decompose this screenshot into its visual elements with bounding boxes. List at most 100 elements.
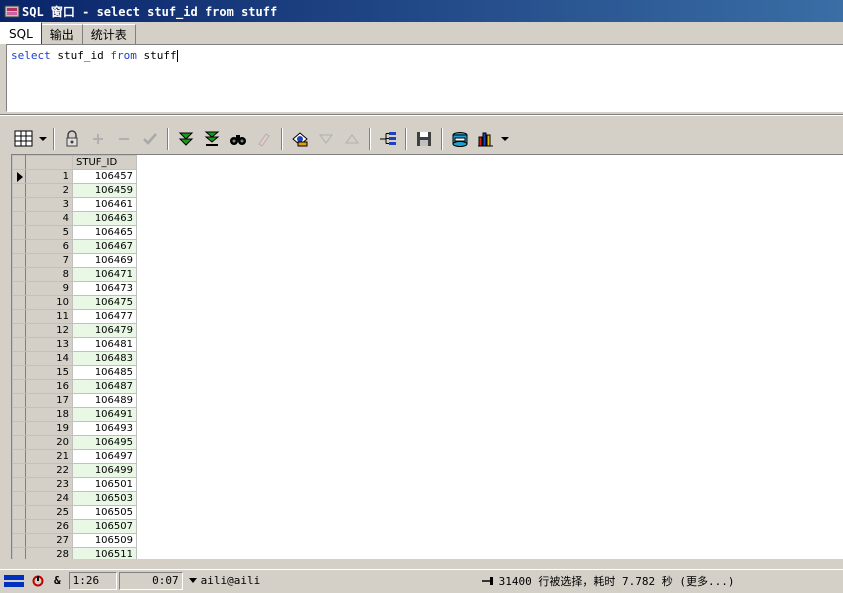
row-number[interactable]: 2 <box>25 183 73 198</box>
pin-icon[interactable] <box>481 575 495 587</box>
table-row[interactable]: 13 106481 <box>12 337 137 352</box>
cell-stuf-id[interactable]: 106471 <box>72 267 137 282</box>
table-row[interactable]: 10 106475 <box>12 295 137 310</box>
row-indicator[interactable] <box>12 547 26 559</box>
cell-stuf-id[interactable]: 106481 <box>72 337 137 352</box>
row-indicator[interactable] <box>12 239 26 254</box>
row-indicator[interactable] <box>12 197 26 212</box>
add-record-icon[interactable] <box>86 127 110 151</box>
row-number[interactable]: 15 <box>25 365 73 380</box>
row-indicator[interactable] <box>12 379 26 394</box>
table-row[interactable]: 27 106509 <box>12 533 137 548</box>
clear-icon[interactable] <box>252 127 276 151</box>
delete-record-icon[interactable] <box>112 127 136 151</box>
table-row[interactable]: 3 106461 <box>12 197 137 212</box>
row-number[interactable]: 24 <box>25 491 73 506</box>
cell-stuf-id[interactable]: 106497 <box>72 449 137 464</box>
row-indicator[interactable] <box>12 309 26 324</box>
cell-stuf-id[interactable]: 106465 <box>72 225 137 240</box>
execute-icon[interactable] <box>32 575 44 587</box>
cell-stuf-id[interactable]: 106479 <box>72 323 137 338</box>
find-icon[interactable] <box>226 127 250 151</box>
connection-label[interactable]: aili@aili <box>201 574 481 587</box>
cell-stuf-id[interactable]: 106511 <box>72 547 137 559</box>
cell-stuf-id[interactable]: 106487 <box>72 379 137 394</box>
table-row[interactable]: 11 106477 <box>12 309 137 324</box>
table-row[interactable]: 22 106499 <box>12 463 137 478</box>
row-number[interactable]: 22 <box>25 463 73 478</box>
splitter[interactable] <box>0 114 843 116</box>
row-number[interactable]: 28 <box>25 547 73 559</box>
row-number[interactable]: 23 <box>25 477 73 492</box>
row-indicator[interactable] <box>12 365 26 380</box>
row-number[interactable]: 14 <box>25 351 73 366</box>
row-number[interactable]: 3 <box>25 197 73 212</box>
row-indicator[interactable] <box>12 435 26 450</box>
cell-stuf-id[interactable]: 106491 <box>72 407 137 422</box>
cell-stuf-id[interactable]: 106493 <box>72 421 137 436</box>
cell-stuf-id[interactable]: 106485 <box>72 365 137 380</box>
row-number[interactable]: 25 <box>25 505 73 520</box>
window-list-icon[interactable] <box>4 572 24 590</box>
row-indicator[interactable] <box>12 183 26 198</box>
cell-stuf-id[interactable]: 106473 <box>72 281 137 296</box>
cell-stuf-id[interactable]: 106501 <box>72 477 137 492</box>
table-row[interactable]: 25 106505 <box>12 505 137 520</box>
dropdown-arrow-icon[interactable] <box>500 127 510 151</box>
grid-view-icon[interactable] <box>12 127 36 151</box>
table-row[interactable]: 2 106459 <box>12 183 137 198</box>
table-row[interactable]: 8 106471 <box>12 267 137 282</box>
table-row[interactable]: 1 106457 <box>12 169 137 184</box>
link-icon[interactable] <box>376 127 400 151</box>
ampersand-icon[interactable]: & <box>54 574 61 587</box>
cell-stuf-id[interactable]: 106477 <box>72 309 137 324</box>
table-row[interactable]: 15 106485 <box>12 365 137 380</box>
row-number[interactable]: 7 <box>25 253 73 268</box>
table-row[interactable]: 7 106469 <box>12 253 137 268</box>
cell-stuf-id[interactable]: 106503 <box>72 491 137 506</box>
row-number[interactable]: 16 <box>25 379 73 394</box>
dropdown-arrow-icon[interactable] <box>38 127 48 151</box>
table-row[interactable]: 23 106501 <box>12 477 137 492</box>
cell-stuf-id[interactable]: 106457 <box>72 169 137 184</box>
cell-stuf-id[interactable]: 106489 <box>72 393 137 408</box>
cell-stuf-id[interactable]: 106495 <box>72 435 137 450</box>
cell-stuf-id[interactable]: 106509 <box>72 533 137 548</box>
table-row[interactable]: 5 106465 <box>12 225 137 240</box>
row-number[interactable]: 8 <box>25 267 73 282</box>
table-row[interactable]: 26 106507 <box>12 519 137 534</box>
post-changes-icon[interactable] <box>138 127 162 151</box>
row-indicator[interactable] <box>12 253 26 268</box>
fetch-last-page-icon[interactable] <box>200 127 224 151</box>
export-icon[interactable] <box>448 127 472 151</box>
row-indicator[interactable] <box>12 393 26 408</box>
row-indicator[interactable] <box>12 407 26 422</box>
row-number[interactable]: 6 <box>25 239 73 254</box>
row-number[interactable]: 19 <box>25 421 73 436</box>
row-indicator[interactable] <box>12 449 26 464</box>
cell-stuf-id[interactable]: 106463 <box>72 211 137 226</box>
row-number[interactable]: 11 <box>25 309 73 324</box>
fetch-next-page-icon[interactable] <box>174 127 198 151</box>
sort-descending-icon[interactable] <box>314 127 338 151</box>
row-indicator[interactable] <box>12 505 26 520</box>
row-indicator[interactable] <box>12 519 26 534</box>
row-indicator[interactable] <box>12 421 26 436</box>
table-row[interactable]: 24 106503 <box>12 491 137 506</box>
tab-statistics[interactable]: 统计表 <box>82 24 136 44</box>
row-number[interactable]: 27 <box>25 533 73 548</box>
table-row[interactable]: 19 106493 <box>12 421 137 436</box>
row-number[interactable]: 18 <box>25 407 73 422</box>
cell-stuf-id[interactable]: 106461 <box>72 197 137 212</box>
row-indicator[interactable] <box>12 267 26 282</box>
row-indicator[interactable] <box>12 225 26 240</box>
connection-dropdown-icon[interactable] <box>188 574 197 587</box>
cell-stuf-id[interactable]: 106459 <box>72 183 137 198</box>
table-row[interactable]: 4 106463 <box>12 211 137 226</box>
table-row[interactable]: 12 106479 <box>12 323 137 338</box>
table-row[interactable]: 18 106491 <box>12 407 137 422</box>
row-indicator[interactable] <box>12 295 26 310</box>
row-number[interactable]: 20 <box>25 435 73 450</box>
query-by-example-icon[interactable] <box>288 127 312 151</box>
chart-icon[interactable] <box>474 127 498 151</box>
